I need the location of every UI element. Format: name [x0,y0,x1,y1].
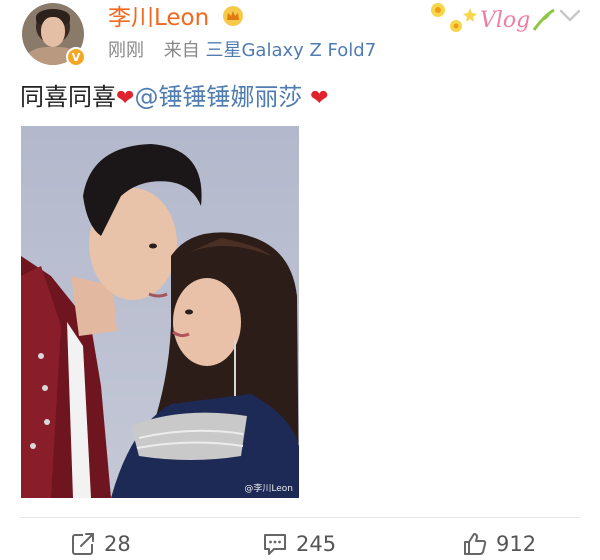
photo-watermark: @李川Leon [244,484,293,494]
thumbs-up-icon [464,533,487,555]
post-text: 同喜同喜❤@锤锤锤娜丽莎 ❤ [20,82,329,114]
share-button[interactable]: 28 [70,528,131,560]
like-count: 912 [496,532,537,556]
action-bar: 28 245 912 [0,528,600,560]
post-text-body: 同喜同喜 [20,83,116,111]
heart-emoji-icon: ❤ [116,86,135,111]
comment-count: 245 [296,532,337,556]
post-header: V 李川Leon 刚刚 来自 三星Galaxy Z Fold7 Vlog [0,0,600,70]
post-photo[interactable]: @李川Leon [21,126,299,498]
comment-button[interactable]: 245 [262,528,336,560]
post-time: 刚刚 [108,40,144,61]
crown-icon [223,6,243,26]
source-prefix: 来自 [163,40,200,61]
verified-badge-icon: V [66,47,86,67]
avatar[interactable]: V [22,3,86,67]
photo-illustration [21,126,299,498]
heart-emoji-icon-2: ❤ [310,86,329,111]
mention-link[interactable]: @锤锤锤娜丽莎 [134,83,302,111]
post-meta: 刚刚 来自 三星Galaxy Z Fold7 [108,39,376,63]
share-count: 28 [104,532,131,556]
like-button[interactable]: 912 [462,528,536,560]
author-name[interactable]: 李川Leon [108,4,209,32]
action-divider [20,517,580,518]
share-icon [72,533,94,555]
source-device-link[interactable]: 三星Galaxy Z Fold7 [205,40,376,61]
vlog-text: Vlog [480,8,530,33]
chevron-down-icon[interactable] [558,8,582,24]
vlog-decoration: Vlog [431,3,555,33]
comment-icon [264,534,286,555]
